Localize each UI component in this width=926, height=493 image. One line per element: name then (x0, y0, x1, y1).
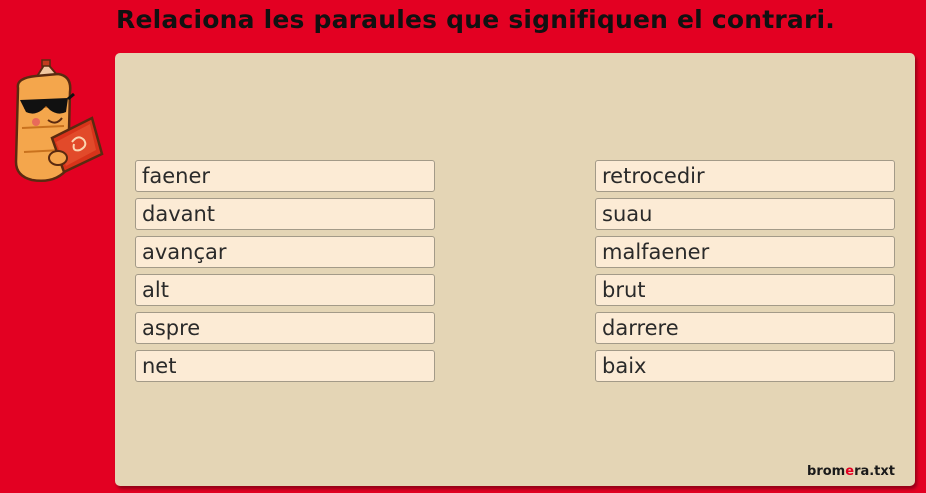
word-box-left[interactable]: aspre (135, 312, 435, 344)
word-box-left[interactable]: net (135, 350, 435, 382)
word-box-right[interactable]: baix (595, 350, 895, 382)
word-box-left[interactable]: alt (135, 274, 435, 306)
word-box-right[interactable]: retrocedir (595, 160, 895, 192)
pencil-mascot-with-book-icon (14, 59, 104, 182)
brand-prefix: brom (807, 464, 846, 479)
right-word-column: retrocedir suau malfaener brut darrere b… (595, 160, 895, 388)
word-box-left[interactable]: davant (135, 198, 435, 230)
word-box-left[interactable]: avançar (135, 236, 435, 268)
brand-suffix: ra.txt (854, 464, 895, 479)
brand-accent: e (845, 464, 855, 479)
left-word-column: faener davant avançar alt aspre net (135, 160, 435, 388)
word-box-right[interactable]: brut (595, 274, 895, 306)
word-box-right[interactable]: darrere (595, 312, 895, 344)
word-box-left[interactable]: faener (135, 160, 435, 192)
word-box-right[interactable]: suau (595, 198, 895, 230)
word-box-right[interactable]: malfaener (595, 236, 895, 268)
brand-logo: bromera.txt (807, 464, 895, 479)
page-title: Relaciona les paraules que signifiquen e… (116, 5, 835, 34)
exercise-panel: faener davant avançar alt aspre net retr… (115, 53, 915, 486)
